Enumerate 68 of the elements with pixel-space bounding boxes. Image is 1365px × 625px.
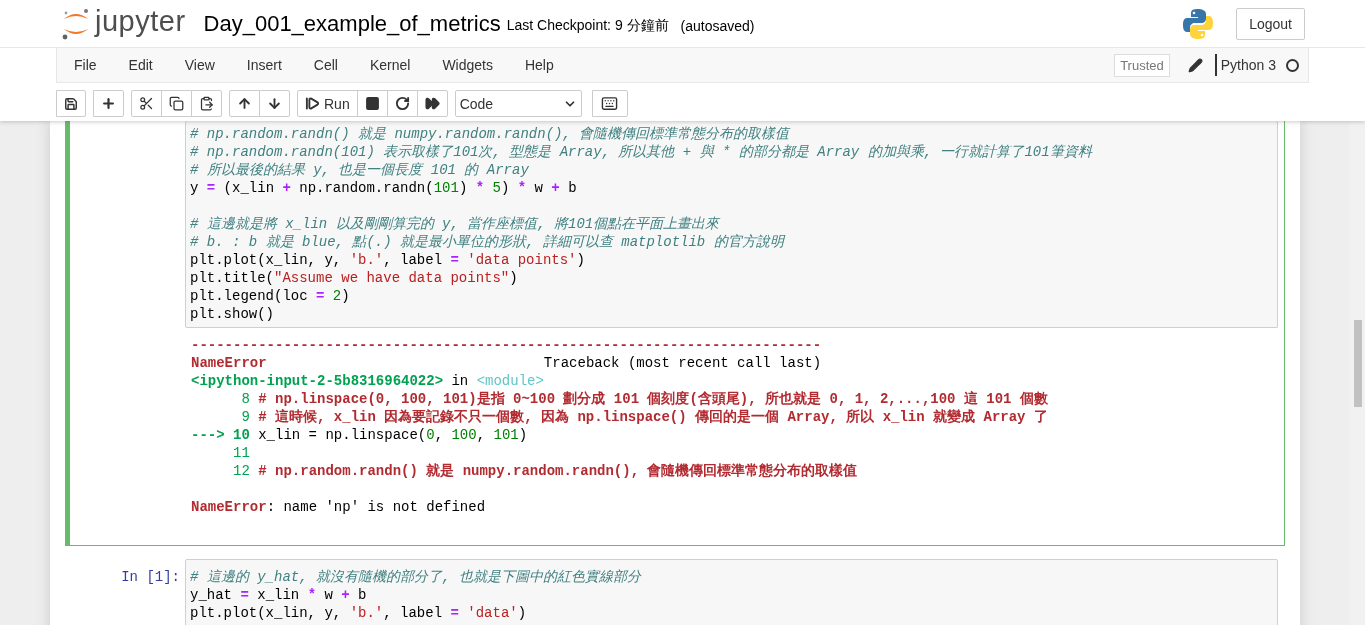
checkpoint-status: Last Checkpoint: 9 分鐘前 (506, 17, 669, 35)
output-line: 8 # np.linspace(0, 100, 101)是指 0~100 劃分成 101 個刻度(含頭尾), 所也就是 0, 1, 2,...,100 這 101 個數 (240, 390, 1049, 408)
menu-item[interactable]: Edit (112, 57, 169, 73)
output-line: --------------------------------------------------------------------------- (191, 336, 823, 354)
step-forward-icon (305, 96, 320, 111)
cell-type-select[interactable]: Code (454, 90, 582, 117)
output-line: 12 # np.random.randn() 就是 numpy.random.randn(), 會隨機傳回標準常態分布的取樣值 (232, 462, 859, 480)
restart-icon (394, 96, 410, 111)
code-line: plt.plot(x_lin, y, 'b.', label = 'data points') (190, 251, 586, 269)
cell-prompt: In [1]: (121, 568, 180, 586)
code-line: plt.plot(x_lin, y, 'b.', label = 'data') (190, 604, 528, 622)
notebook-cell[interactable] (65, 121, 1285, 546)
menu-item[interactable]: Widgets (426, 57, 509, 73)
output-line: ---> 10 x_lin = np.linspace(0, 100, 101) (191, 426, 529, 444)
python-logo-icon (1182, 7, 1215, 40)
output-line: NameError Traceback (most recent call last) (191, 354, 823, 372)
output-line: 11 (232, 444, 251, 462)
code-line: # 所以最後的結果 y, 也是一個長度 101 的 Array (190, 161, 530, 179)
copy-icon (169, 96, 184, 111)
logout-button[interactable]: Logout (1236, 7, 1305, 40)
run-all-button[interactable] (416, 90, 448, 117)
code-line: # 這邊就是將 x_lin 以及剛剛算完的 y, 當作座標值, 將101個點在平面上畫出來 (190, 215, 722, 233)
plus-icon (101, 96, 116, 111)
arrow-down-icon (267, 96, 282, 111)
pencil-icon[interactable] (1187, 57, 1203, 73)
kernel-name: Python 3 (1214, 54, 1276, 76)
code-input[interactable] (185, 121, 1278, 328)
notebook-title[interactable]: Day_001_example_of_metrics (203, 10, 501, 37)
code-input[interactable]: # 這邊的 y_hat, 就沒有隨機的部分了, 也就是下圖中的紅色實線部分 y_hat = x_lin * w + b plt.plot(x_lin, y, 'b.', label = 'data') (185, 559, 1278, 625)
menu-item[interactable]: Kernel (353, 57, 427, 73)
code-line: # b. : b 就是 blue, 點(.) 就是最小單位的形狀, 詳細可以查 matplotlib 的官方說明 (190, 233, 787, 251)
trusted-badge[interactable]: Trusted (1114, 53, 1170, 77)
autosave-status: (autosaved) (680, 18, 755, 34)
restart-button[interactable] (386, 90, 418, 117)
stop-button[interactable] (356, 90, 388, 117)
keyboard-shortcuts-button[interactable] (591, 90, 628, 117)
code-line: plt.title("Assume we have data points") (190, 269, 519, 287)
paste-button[interactable] (191, 90, 222, 117)
menu-item[interactable]: Cell (297, 57, 354, 73)
keyboard-icon (601, 95, 619, 112)
move-down-button[interactable] (259, 90, 290, 117)
code-line: plt.legend(loc = 2) (190, 287, 351, 305)
code-line: # np.random.randn() 就是 numpy.random.randn(), 會隨機傳回標準常態分布的取樣值 (190, 125, 792, 143)
copy-button[interactable] (161, 90, 192, 117)
clipboard-icon (199, 96, 214, 111)
code-line: # np.random.randn(101) 表示取樣了101次, 型態是 Array, 所以其他 + 與 * 的部分都是 Array 的加與乘, 一行就計算了101筆資料 (190, 143, 1094, 161)
stop-icon (364, 96, 380, 111)
cut-button[interactable] (131, 90, 162, 117)
jupyter-logo-text[interactable]: jupyter (95, 5, 186, 38)
output-line: <ipython-input-2-5b8316964022> in <module> (191, 372, 545, 390)
output-line: 9 # 這時候, x_lin 因為要記錄不只一個數, 因為 np.linspace() 傳回的是一個 Array, 所以 x_lin 就變成 Array 了 (240, 408, 1049, 426)
fast-forward-icon (424, 96, 440, 111)
insert-cell-button[interactable] (93, 90, 124, 117)
scissors-icon (139, 96, 154, 111)
menu-item[interactable]: View (168, 57, 231, 73)
move-up-button[interactable] (229, 90, 260, 117)
run-button[interactable]: Run (297, 90, 358, 117)
notebook-cell[interactable]: In [1]: # 這邊的 y_hat, 就沒有隨機的部分了, 也就是下圖中的紅色實線部分 y_hat = x_lin * w + b plt.plot(x_lin, y, 'b.', label = 'data') (65, 553, 1285, 625)
menu-item[interactable]: File (57, 57, 113, 73)
code-line: y = (x_lin + np.random.randn(101) * 5) * w + b (190, 179, 578, 197)
save-button[interactable] (56, 90, 86, 117)
jupyter-logo-icon (61, 6, 91, 41)
code-line: y_hat = x_lin * w + b (190, 586, 368, 604)
code-line: plt.show() (190, 305, 275, 323)
menu-item[interactable]: Insert (230, 57, 298, 73)
menu-item[interactable]: Help (508, 57, 570, 73)
code-line: # 這邊的 y_hat, 就沒有隨機的部分了, 也就是下圖中的紅色實線部分 (190, 568, 643, 586)
output-line: NameError: name 'np' is not defined (191, 498, 487, 516)
